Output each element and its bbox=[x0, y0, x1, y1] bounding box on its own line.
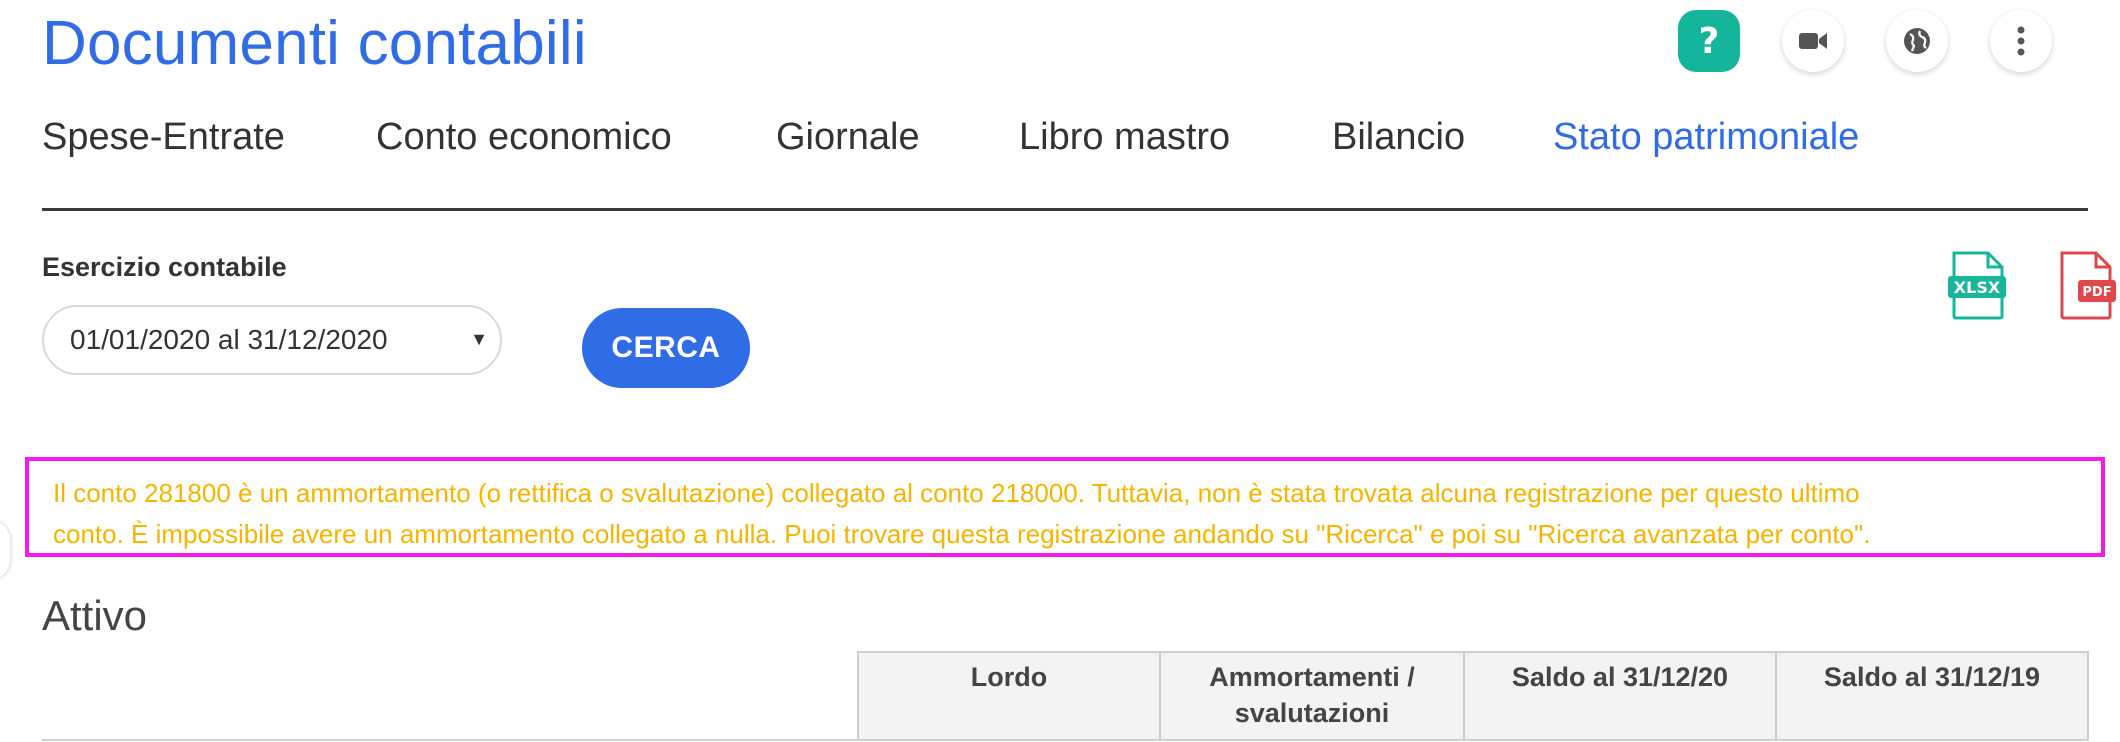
esercizio-select[interactable]: 01/01/2020 al 31/12/2020 ▼ bbox=[42, 305, 502, 375]
more-menu-button[interactable] bbox=[1990, 10, 2052, 72]
esercizio-select-value: 01/01/2020 al 31/12/2020 bbox=[70, 324, 388, 355]
attivo-table: Lordo Ammortamenti / svalutazioni Saldo … bbox=[42, 651, 2089, 741]
alert-line-2: conto. È impossibile avere un ammortamen… bbox=[53, 519, 1871, 549]
tab-conto-economico[interactable]: Conto economico bbox=[376, 116, 672, 159]
help-icon: ? bbox=[1698, 20, 1720, 62]
top-toolbar: ? bbox=[1678, 10, 2052, 72]
tab-bilancio[interactable]: Bilancio bbox=[1332, 116, 1465, 159]
page: Documenti contabili ? Spese-Entrate Cont… bbox=[0, 0, 2120, 742]
column-header-blank bbox=[42, 652, 859, 741]
table-header-row: Lordo Ammortamenti / svalutazioni Saldo … bbox=[42, 651, 2089, 741]
more-vertical-icon bbox=[2017, 26, 2025, 56]
video-camera-icon bbox=[1799, 33, 1827, 49]
globe-icon bbox=[1904, 28, 1930, 54]
warning-alert: Il conto 281800 è un ammortamento (o ret… bbox=[25, 457, 2105, 557]
column-header-ammortamenti: Ammortamenti / svalutazioni bbox=[1159, 651, 1465, 741]
tab-bar: Spese-Entrate Conto economico Giornale L… bbox=[42, 112, 2088, 211]
language-button[interactable] bbox=[1886, 10, 1948, 72]
alert-line-1: Il conto 281800 è un ammortamento (o ret… bbox=[53, 478, 1860, 508]
column-header-lordo: Lordo bbox=[857, 651, 1161, 741]
help-button[interactable]: ? bbox=[1678, 10, 1740, 72]
tab-libro-mastro[interactable]: Libro mastro bbox=[1019, 116, 1230, 159]
column-header-saldo-2020: Saldo al 31/12/20 bbox=[1463, 651, 1777, 741]
esercizio-label: Esercizio contabile bbox=[42, 252, 287, 282]
side-drawer-handle[interactable] bbox=[0, 520, 10, 580]
column-header-saldo-2019: Saldo al 31/12/19 bbox=[1775, 651, 2089, 741]
xlsx-export-icon[interactable]: XLSX bbox=[1946, 250, 2008, 320]
pdf-export-icon[interactable]: PDF bbox=[2056, 250, 2116, 320]
tab-stato-patrimoniale[interactable]: Stato patrimoniale bbox=[1553, 116, 1859, 159]
video-button[interactable] bbox=[1782, 10, 1844, 72]
pdf-label: PDF bbox=[2082, 285, 2111, 300]
chevron-down-icon: ▼ bbox=[470, 329, 488, 349]
search-button[interactable]: CERCA bbox=[582, 308, 750, 388]
xlsx-label: XLSX bbox=[1954, 278, 2001, 297]
tab-giornale[interactable]: Giornale bbox=[776, 116, 920, 159]
attivo-title: Attivo bbox=[42, 592, 148, 639]
tab-spese-entrate[interactable]: Spese-Entrate bbox=[42, 116, 285, 159]
page-title: Documenti contabili bbox=[42, 9, 587, 78]
